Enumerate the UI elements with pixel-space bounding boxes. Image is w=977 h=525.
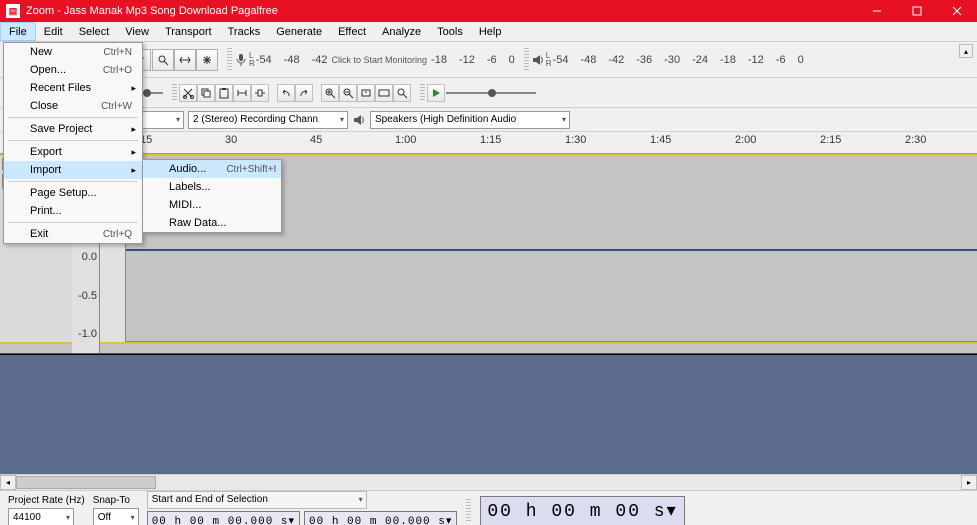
horizontal-scrollbar[interactable]: ◂ ▸ [0,474,977,490]
menu-select[interactable]: Select [71,22,118,41]
menu-help[interactable]: Help [471,22,510,41]
scroll-right-icon[interactable]: ▸ [961,475,977,490]
file-menu-item[interactable]: Page Setup... [4,184,142,202]
mic-icon [234,53,248,67]
import-submenu-dropdown: Audio...Ctrl+Shift+ILabels...MIDI...Raw … [142,159,282,233]
device-toolbar: osoft Sound Mapper - Input 2 (Stereo) Re… [0,108,977,132]
file-menu-item[interactable]: ExitCtrl+Q [4,225,142,243]
snap-to-label: Snap-To [93,495,139,506]
lr-label: LR [249,52,255,68]
import-menu-item[interactable]: Audio...Ctrl+Shift+I [143,160,281,178]
import-menu-item[interactable]: MIDI... [143,196,281,214]
file-menu-item[interactable]: NewCtrl+N [4,43,142,61]
zoom-sel-icon[interactable] [357,84,375,102]
play-at-speed-icon[interactable] [427,84,445,102]
timeline-ruler[interactable]: 15 30 45 1:00 1:15 1:30 1:45 2:00 2:15 2… [0,132,977,154]
vscroll-up-icon[interactable]: ▴ [959,44,973,58]
import-menu-item[interactable]: Raw Data... [143,214,281,232]
timeshift-tool-icon[interactable] [174,49,196,71]
import-menu-item[interactable]: Labels... [143,178,281,196]
file-menu-item[interactable]: Export▸ [4,143,142,161]
menu-edit[interactable]: Edit [36,22,71,41]
file-menu-item[interactable]: Save Project▸ [4,120,142,138]
menu-effect[interactable]: Effect [330,22,374,41]
rec-channels-combo[interactable]: 2 (Stereo) Recording Chann [188,111,348,129]
recording-meter[interactable]: -54-48-42 Click to Start Monitoring -18-… [256,54,515,66]
menu-analyze[interactable]: Analyze [374,22,429,41]
trim-icon[interactable] [233,84,251,102]
file-menu-item[interactable]: Print... [4,202,142,220]
scroll-left-icon[interactable]: ◂ [0,475,16,490]
cut-icon[interactable] [179,84,197,102]
playback-device-combo[interactable]: Speakers (High Definition Audio [370,111,570,129]
zoom-in-icon[interactable] [321,84,339,102]
close-button[interactable] [937,0,977,22]
scroll-thumb[interactable] [16,476,156,489]
copy-icon[interactable] [197,84,215,102]
playback-meter[interactable]: -54-48-42-36-30-24-18-12-60 [553,54,804,66]
zoom-out-icon[interactable] [339,84,357,102]
project-rate-combo[interactable]: 44100 [8,508,74,525]
snap-to-combo[interactable]: Off [93,508,139,525]
project-rate-label: Project Rate (Hz) [8,495,85,506]
speaker-icon [352,113,366,127]
multi-tool-icon[interactable] [196,49,218,71]
titlebar: ▤ Zoom - Jass Manak Mp3 Song Download Pa… [0,0,977,22]
grip[interactable] [524,48,529,71]
file-menu-item[interactable]: Open...Ctrl+O [4,61,142,79]
paste-icon[interactable] [215,84,233,102]
grip[interactable] [466,499,471,522]
redo-icon[interactable] [295,84,313,102]
file-menu-dropdown: NewCtrl+NOpen...Ctrl+ORecent Files▸Close… [3,42,143,244]
minimize-button[interactable] [857,0,897,22]
empty-tracks-area[interactable] [0,354,977,474]
menubar: File Edit Select View Transport Tracks G… [0,22,977,42]
file-menu-item[interactable]: CloseCtrl+W [4,97,142,115]
toolbar-row2: ▴ [0,78,977,108]
window-title: Zoom - Jass Manak Mp3 Song Download Paga… [26,5,857,17]
menu-view[interactable]: View [117,22,157,41]
menu-transport[interactable]: Transport [157,22,220,41]
file-menu-item[interactable]: Import▸ [4,161,142,179]
zoom-fit-icon[interactable] [375,84,393,102]
menu-tools[interactable]: Tools [429,22,471,41]
grip[interactable] [420,84,425,101]
rec-meter-hint[interactable]: Click to Start Monitoring [332,55,428,65]
selection-start-time[interactable]: 00 h 00 m 00.000 s▾ [147,511,300,525]
menu-generate[interactable]: Generate [268,22,330,41]
menu-file[interactable]: File [0,22,36,41]
grip[interactable] [172,84,177,101]
selection-format-combo[interactable]: Start and End of Selection [147,491,367,509]
audio-position-time[interactable]: 00 h 00 m 00 s▾ [480,496,684,525]
toolbar-row1: LR -54-48-42 Click to Start Monitoring -… [0,42,977,78]
menu-tracks[interactable]: Tracks [220,22,269,41]
selection-end-time[interactable]: 00 h 00 m 00.000 s▾ [304,511,457,525]
selection-toolbar: Project Rate (Hz) 44100 Snap-To Off Star… [0,490,977,525]
undo-icon[interactable] [277,84,295,102]
file-menu-item[interactable]: Recent Files▸ [4,79,142,97]
app-icon: ▤ [6,4,20,18]
lr-label: LR [546,52,552,68]
speaker-icon [531,53,545,67]
zoom-tool-icon[interactable] [152,49,174,71]
zoom-toggle-icon[interactable] [393,84,411,102]
silence-icon[interactable] [251,84,269,102]
play-speed-slider[interactable] [446,92,536,94]
maximize-button[interactable] [897,0,937,22]
grip[interactable] [227,48,232,71]
